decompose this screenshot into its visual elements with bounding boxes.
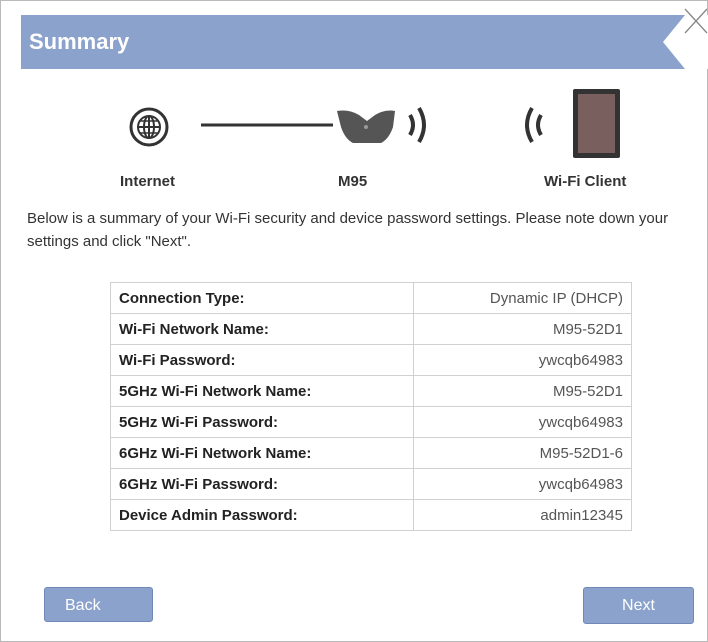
setting-label: 6GHz Wi-Fi Password: (109, 468, 415, 500)
setting-value: Dynamic IP (DHCP) (413, 282, 632, 314)
table-row: 5GHz Wi-Fi Password: ywcqb64983 (109, 406, 632, 438)
table-row: Wi-Fi Network Name: M95-52D1 (109, 313, 632, 345)
setting-value: ywcqb64983 (413, 406, 632, 438)
setting-value: ywcqb64983 (413, 468, 632, 500)
router-icon (337, 110, 395, 143)
table-row: 5GHz Wi-Fi Network Name: M95-52D1 (109, 375, 632, 407)
setting-value: M95-52D1 (413, 375, 632, 407)
setting-label: Device Admin Password: (109, 499, 415, 531)
table-row: 6GHz Wi-Fi Password: ywcqb64983 (109, 468, 632, 500)
table-row: 6GHz Wi-Fi Network Name: M95-52D1-6 (109, 437, 632, 469)
close-icon[interactable] (679, 1, 708, 41)
setting-value: admin12345 (413, 499, 632, 531)
back-button[interactable]: Back (44, 587, 153, 622)
setting-label: 5GHz Wi-Fi Network Name: (109, 375, 415, 407)
table-row: Connection Type: Dynamic IP (DHCP) (109, 282, 632, 314)
setting-value: M95-52D1 (413, 313, 632, 345)
setting-label: Wi-Fi Network Name: (109, 313, 415, 345)
tablet-icon (573, 89, 620, 158)
setting-label: Wi-Fi Password: (109, 344, 415, 376)
next-button[interactable]: Next (583, 587, 694, 624)
intro-text: Below is a summary of your Wi-Fi securit… (27, 210, 669, 250)
setting-value: M95-52D1-6 (413, 437, 632, 469)
setting-value: ywcqb64983 (413, 344, 632, 376)
summary-dialog: Summary Internet M95 Wi-Fi Client Below … (0, 0, 708, 642)
table-row: Device Admin Password: admin12345 (109, 499, 632, 531)
internet-label: Internet (120, 173, 176, 190)
setting-label: Connection Type: (109, 282, 415, 314)
setting-label: 5GHz Wi-Fi Password: (109, 406, 415, 438)
wifi-waves-icon (408, 106, 543, 144)
dialog-title: Summary (29, 29, 130, 54)
globe-icon (129, 107, 169, 147)
setting-label: 6GHz Wi-Fi Network Name: (109, 437, 415, 469)
summary-table: Connection Type: Dynamic IP (DHCP) Wi-Fi N… (109, 282, 632, 531)
device-label: M95 (338, 173, 368, 190)
table-row: Wi-Fi Password: ywcqb64983 (109, 344, 632, 376)
client-label: Wi-Fi Client (544, 173, 627, 190)
